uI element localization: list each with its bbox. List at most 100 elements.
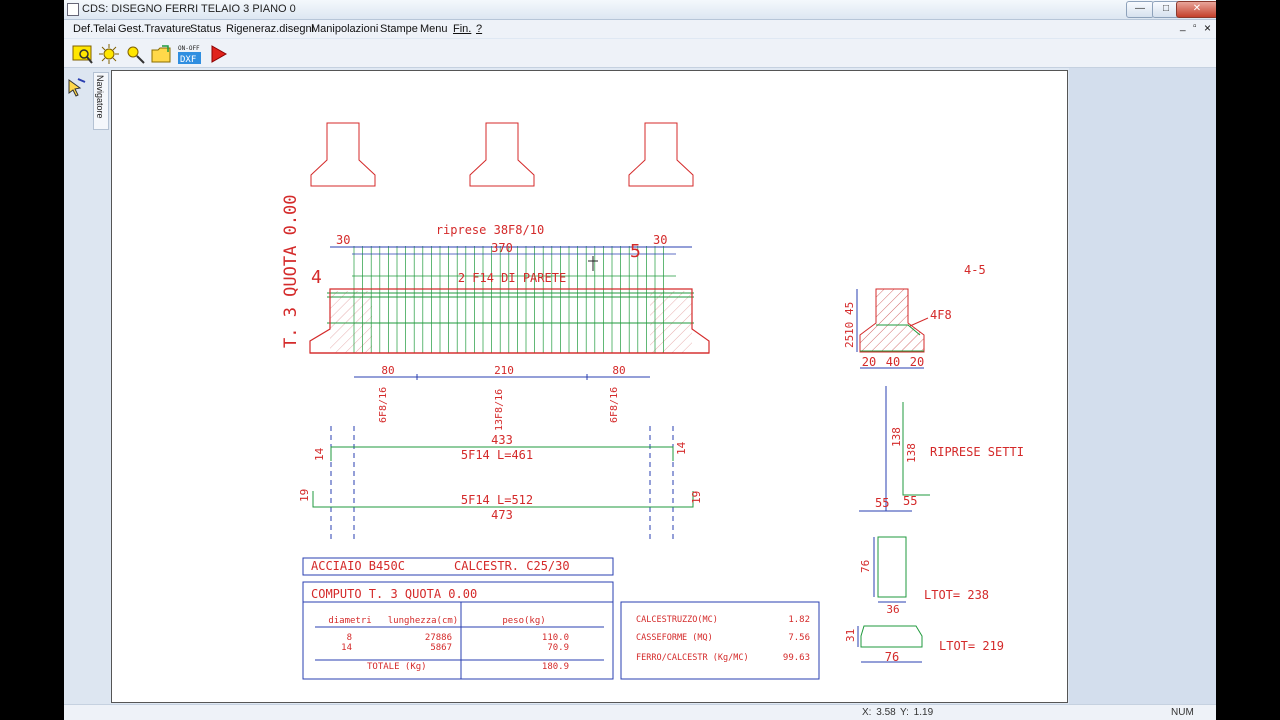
setti-label: RIPRESE SETTI [930, 445, 1024, 459]
computo-table: COMPUTO T. 3 QUOTA 0.00 diametri lunghez… [302, 581, 614, 680]
cursor-x: X: 3.58 [862, 707, 896, 718]
row2-weight: 70.9 [547, 643, 569, 653]
zoom-extents-icon[interactable] [98, 43, 120, 65]
setti-w-right: 55 [903, 494, 917, 508]
application-window: CDS: DISEGNO FERRI TELAIO 3 PIANO 0 — □ … [64, 0, 1216, 720]
section-w2: 40 [886, 355, 900, 369]
summary-ratio-value: 99.63 [783, 653, 810, 663]
run-arrow-icon[interactable] [208, 43, 230, 65]
row2-diam: 14 [341, 643, 352, 653]
setti-w-left: 55 [875, 496, 889, 510]
bar1-hook-left: 14 [313, 447, 326, 461]
menu-manipolazioni[interactable]: Manipolazioni [311, 23, 378, 35]
spacing-left-dim: 80 [381, 364, 394, 377]
navigator-panel [64, 68, 110, 704]
row1-weight: 110.0 [542, 633, 569, 643]
stirrups-center-label: 13F8/16 [494, 389, 505, 431]
node-right-label: 5 [630, 241, 641, 262]
navigator-tool-icon[interactable] [66, 76, 88, 98]
stirrup2-w: 76 [885, 650, 899, 664]
menu-menu[interactable]: Menu [420, 23, 448, 35]
menu-gest-travature[interactable]: Gest.Travature [118, 23, 191, 35]
cursor-y: Y: 1.19 [900, 707, 934, 718]
end-right-dim: 30 [653, 233, 667, 247]
mdi-restore-button[interactable]: ▫ [1193, 21, 1197, 32]
col-diametri: diametri [328, 616, 371, 626]
steel-grade: ACCIAIO B450C [311, 559, 405, 573]
onoff-label: ON-OFF [178, 45, 200, 52]
menu-def-telai[interactable]: Def.Telai [73, 23, 116, 35]
beam-elevation: 30 30 riprese 38F8/10 370 4 5 2 F14 DI P… [281, 194, 710, 354]
total-value: 180.9 [542, 662, 569, 672]
bar2-length: 473 [491, 508, 513, 522]
menu-rigeneraz-disegni[interactable]: Rigeneraz.disegni [226, 23, 314, 35]
setti-bar: 138 138 RIPRESE SETTI 55 55 [859, 386, 1024, 512]
title-bar: CDS: DISEGNO FERRI TELAIO 3 PIANO 0 — □ … [64, 0, 1216, 20]
dxf-label: DXF [180, 55, 196, 65]
beam-span-dim: 370 [491, 241, 513, 255]
summary-formwork-label: CASSEFORME (MQ) [636, 633, 713, 643]
materials-box: ACCIAIO B450C CALCESTR. C25/30 [302, 557, 614, 576]
spacing-center-dim: 210 [494, 364, 514, 377]
col-lunghezza: lunghezza(cm) [388, 616, 458, 626]
right-margin [1069, 68, 1216, 704]
summary-concrete-label: CALCESTRUZZO(MC) [636, 615, 718, 625]
computo-title: COMPUTO T. 3 QUOTA 0.00 [311, 587, 477, 601]
menu-bar: Def.Telai Gest.Travature Status Rigenera… [64, 20, 1216, 38]
mdi-minimize-button[interactable]: _ [1180, 21, 1186, 32]
stirrup-shapes: 76 36 LTOT= 238 31 76 LTOT= 219 [844, 536, 1004, 664]
zoom-icon[interactable] [124, 43, 146, 65]
section-name: 4-5 [964, 263, 986, 277]
drawing-canvas[interactable]: 30 30 riprese 38F8/10 370 4 5 2 F14 DI P… [111, 70, 1068, 703]
bar1-length: 433 [491, 433, 513, 447]
bar1-hook-right: 14 [675, 441, 688, 455]
stirrups-right-label: 6F8/16 [609, 387, 620, 423]
menu-fin[interactable]: Fin. [453, 23, 471, 35]
mdi-close-button[interactable]: × [1204, 21, 1211, 35]
stirrup1-ltot: LTOT= 238 [924, 588, 989, 602]
stirrup1-w: 36 [886, 603, 899, 616]
end-left-dim: 30 [336, 233, 350, 247]
bar2-hook-left: 19 [298, 489, 311, 502]
summary-ratio-label: FERRO/CALCESTR (Kg/MC) [636, 653, 749, 663]
open-folder-icon[interactable] [150, 43, 172, 65]
numlock-indicator: NUM [1171, 707, 1194, 718]
section-w3: 20 [910, 355, 924, 369]
minimize-button[interactable]: — [1126, 1, 1154, 18]
top-rebar-label: riprese 38F8/10 [436, 223, 544, 237]
bar2-hook-right: 19 [690, 491, 703, 504]
cross-section-4-5: 4-5 4F8 45 10 25 20 40 20 [843, 263, 986, 369]
row2-length: 5867 [430, 643, 452, 653]
wall-bars-label: 2 F14 DI PARETE [458, 271, 566, 285]
menu-stampe[interactable]: Stampe [380, 23, 418, 35]
stirrups-left-label: 6F8/16 [378, 387, 389, 423]
total-label: TOTALE (Kg) [367, 662, 427, 672]
col-peso: peso(kg) [502, 616, 545, 626]
bar-schedule: 433 5F14 L=461 14 14 5F14 L=512 473 19 1… [298, 426, 703, 541]
stirrup-spacing: 80 210 80 6F8/16 13F8/16 6F8/16 [354, 364, 650, 431]
row1-diam: 8 [347, 633, 352, 643]
window-title: CDS: DISEGNO FERRI TELAIO 3 PIANO 0 [82, 3, 296, 15]
section-rebar-label: 4F8 [930, 308, 952, 322]
close-button[interactable]: ✕ [1176, 1, 1216, 18]
menu-help[interactable]: ? [476, 23, 482, 35]
column-sections [310, 122, 694, 187]
bar2-label: 5F14 L=512 [461, 493, 533, 507]
setti-h-left: 138 [890, 427, 903, 447]
setti-h-right: 138 [905, 443, 918, 463]
spacing-right-dim: 80 [612, 364, 625, 377]
bar1-label: 5F14 L=461 [461, 448, 533, 462]
navigator-label: Navigatore [95, 75, 105, 119]
menu-status[interactable]: Status [190, 23, 221, 35]
stirrup2-ltot: LTOT= 219 [939, 639, 1004, 653]
app-icon [67, 3, 79, 16]
summary-concrete-value: 1.82 [788, 615, 810, 625]
toolbar: ON-OFF DXF [64, 39, 1216, 68]
concrete-grade: CALCESTR. C25/30 [454, 559, 570, 573]
drawing-svg: 30 30 riprese 38F8/10 370 4 5 2 F14 DI P… [281, 122, 1024, 680]
navigator-tab[interactable]: Navigatore [93, 72, 109, 130]
dxf-export-icon[interactable]: ON-OFF DXF [177, 43, 203, 65]
zoom-window-icon[interactable] [72, 43, 94, 65]
level-label: T. 3 QUOTA 0.00 [281, 194, 301, 348]
stirrup1-h: 76 [859, 560, 872, 573]
